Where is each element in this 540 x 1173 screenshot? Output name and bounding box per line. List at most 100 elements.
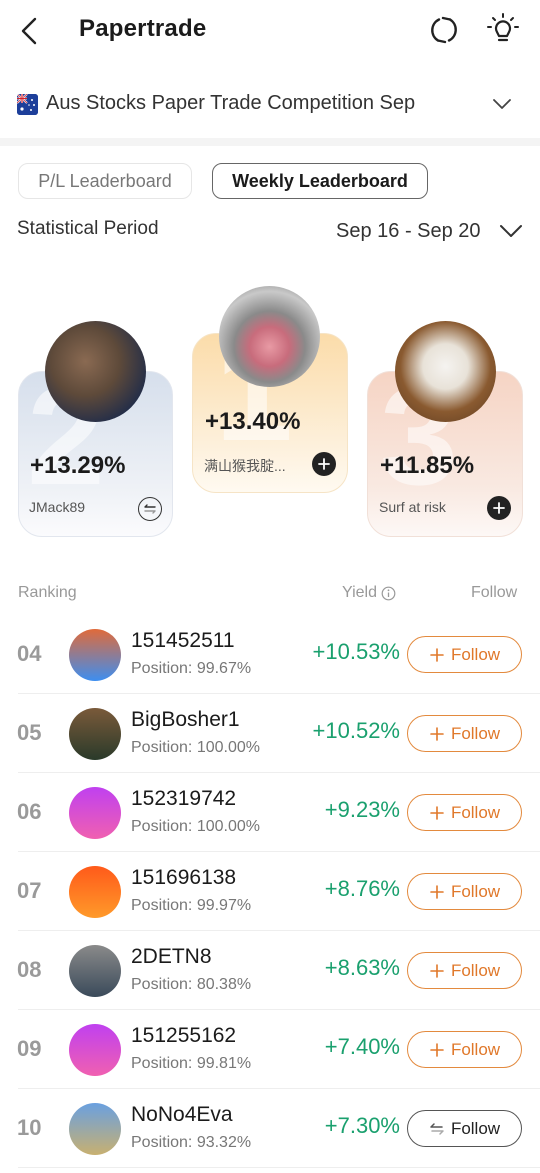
app-header: Papertrade bbox=[0, 0, 540, 64]
rank-number: 07 bbox=[17, 878, 42, 903]
table-row[interactable]: 04 151452511 Position: 99.67% +10.53% Follow bbox=[0, 615, 540, 694]
rank-number: 10 bbox=[17, 1115, 42, 1140]
follow-button[interactable] bbox=[487, 496, 511, 520]
chevron-down-icon[interactable] bbox=[498, 220, 524, 242]
australia-flag-icon bbox=[17, 94, 38, 115]
rank-number: 08 bbox=[17, 957, 42, 982]
username[interactable]: 2DETN8 bbox=[131, 945, 212, 969]
back-button[interactable] bbox=[14, 14, 44, 48]
podium-yield: +13.40% bbox=[205, 408, 301, 435]
competition-name: Aus Stocks Paper Trade Competition Sep bbox=[46, 92, 416, 114]
table-row[interactable]: 06 152319742 Position: 100.00% +9.23% Follow bbox=[0, 773, 540, 852]
table-row[interactable]: 08 2DETN8 Position: 80.38% +8.63% Follow bbox=[0, 931, 540, 1010]
rank-number: 06 bbox=[17, 799, 42, 824]
avatar[interactable] bbox=[395, 321, 496, 422]
avatar[interactable] bbox=[69, 787, 121, 839]
follow-label: Follow bbox=[450, 1039, 501, 1059]
username[interactable]: BigBosher1 bbox=[131, 708, 240, 732]
avatar[interactable] bbox=[69, 945, 121, 997]
period-selector[interactable]: Sep 16 - Sep 20 bbox=[336, 220, 481, 243]
chevron-down-icon bbox=[493, 99, 511, 109]
yield-value: +7.40% bbox=[324, 1034, 400, 1059]
page-title: Papertrade bbox=[79, 15, 207, 42]
plus-icon bbox=[430, 1042, 444, 1057]
follow-button[interactable]: Follow bbox=[407, 873, 522, 910]
follow-button[interactable]: Follow bbox=[407, 952, 522, 989]
table-row[interactable]: 07 151696138 Position: 99.97% +8.76% Follow bbox=[0, 852, 540, 931]
follow-button[interactable]: Follow bbox=[407, 715, 522, 752]
podium-yield: +13.29% bbox=[30, 452, 126, 479]
following-button[interactable]: Follow bbox=[407, 1110, 522, 1147]
row-divider bbox=[18, 1167, 540, 1168]
avatar[interactable] bbox=[45, 321, 146, 422]
follow-label: Follow bbox=[450, 644, 501, 664]
follow-button[interactable]: Follow bbox=[407, 636, 522, 673]
follow-label: Follow bbox=[450, 960, 501, 980]
podium-yield: +11.85% bbox=[380, 452, 475, 479]
plus-icon bbox=[430, 805, 444, 820]
follow-label: Follow bbox=[450, 802, 501, 822]
column-header-ranking: Ranking bbox=[18, 584, 77, 601]
position-value: Position: 100.00% bbox=[131, 818, 260, 835]
follow-label: Follow bbox=[450, 723, 501, 743]
position-value: Position: 99.67% bbox=[131, 660, 252, 677]
yield-value: +9.23% bbox=[324, 797, 400, 822]
podium-username: Surf at risk bbox=[379, 499, 446, 515]
column-header-follow: Follow bbox=[471, 584, 518, 601]
tab-weekly-leaderboard[interactable]: Weekly Leaderboard bbox=[212, 163, 428, 199]
follow-label: Follow bbox=[450, 1118, 501, 1138]
competition-selector[interactable]: Aus Stocks Paper Trade Competition Sep bbox=[0, 80, 540, 130]
period-label: Statistical Period bbox=[17, 218, 159, 239]
column-header-yield-label: Yield bbox=[342, 584, 377, 601]
swap-icon bbox=[144, 504, 156, 514]
info-icon[interactable] bbox=[381, 586, 396, 601]
follow-button[interactable]: Follow bbox=[407, 1031, 522, 1068]
follow-button[interactable]: Follow bbox=[407, 794, 522, 831]
table-row[interactable]: 05 BigBosher1 Position: 100.00% +10.52% Foll… bbox=[0, 694, 540, 773]
position-value: Position: 99.97% bbox=[131, 897, 252, 914]
swap-icon bbox=[430, 1122, 444, 1135]
follow-button[interactable] bbox=[312, 452, 336, 476]
yield-value: +7.30% bbox=[324, 1113, 400, 1138]
column-header-yield: Yield bbox=[342, 584, 396, 602]
plus-icon bbox=[430, 647, 444, 662]
plus-icon bbox=[430, 963, 444, 978]
rank-number: 09 bbox=[17, 1036, 42, 1061]
chevron-left-icon bbox=[21, 17, 37, 45]
username[interactable]: 151452511 bbox=[131, 629, 235, 653]
yield-value: +8.76% bbox=[324, 876, 400, 901]
position-value: Position: 100.00% bbox=[131, 739, 260, 756]
podium-username: 满山猴我腚... bbox=[204, 458, 286, 474]
yield-value: +8.63% bbox=[324, 955, 400, 980]
position-value: Position: 93.32% bbox=[131, 1134, 252, 1151]
username[interactable]: 152319742 bbox=[131, 787, 236, 811]
avatar[interactable] bbox=[69, 866, 121, 918]
avatar[interactable] bbox=[69, 1024, 121, 1076]
avatar[interactable] bbox=[69, 708, 121, 760]
position-value: Position: 80.38% bbox=[131, 976, 252, 993]
avatar[interactable] bbox=[69, 629, 121, 681]
avatar[interactable] bbox=[219, 286, 320, 387]
table-row[interactable]: 10 NoNo4Eva Position: 93.32% +7.30% Follow bbox=[0, 1089, 540, 1168]
refresh-button[interactable] bbox=[426, 12, 462, 48]
yield-value: +10.53% bbox=[312, 639, 400, 664]
tips-button[interactable] bbox=[485, 12, 521, 48]
follow-label: Follow bbox=[450, 881, 501, 901]
position-value: Position: 99.81% bbox=[131, 1055, 252, 1072]
username[interactable]: NoNo4Eva bbox=[131, 1103, 233, 1127]
following-button[interactable] bbox=[138, 497, 162, 521]
username[interactable]: 151696138 bbox=[131, 866, 236, 890]
avatar[interactable] bbox=[69, 1103, 121, 1155]
username[interactable]: 151255162 bbox=[131, 1024, 236, 1048]
rank-number: 04 bbox=[17, 641, 42, 666]
lightbulb-icon bbox=[487, 13, 519, 42]
rank-number: 05 bbox=[17, 720, 42, 745]
section-divider bbox=[0, 138, 540, 146]
podium-username: JMack89 bbox=[29, 499, 86, 515]
plus-icon bbox=[493, 502, 505, 514]
tab-pl-leaderboard[interactable]: P/L Leaderboard bbox=[18, 163, 192, 199]
table-row[interactable]: 09 151255162 Position: 99.81% +7.40% Follow bbox=[0, 1010, 540, 1089]
yield-value: +10.52% bbox=[312, 718, 400, 743]
plus-icon bbox=[430, 884, 444, 899]
plus-icon bbox=[430, 726, 444, 741]
